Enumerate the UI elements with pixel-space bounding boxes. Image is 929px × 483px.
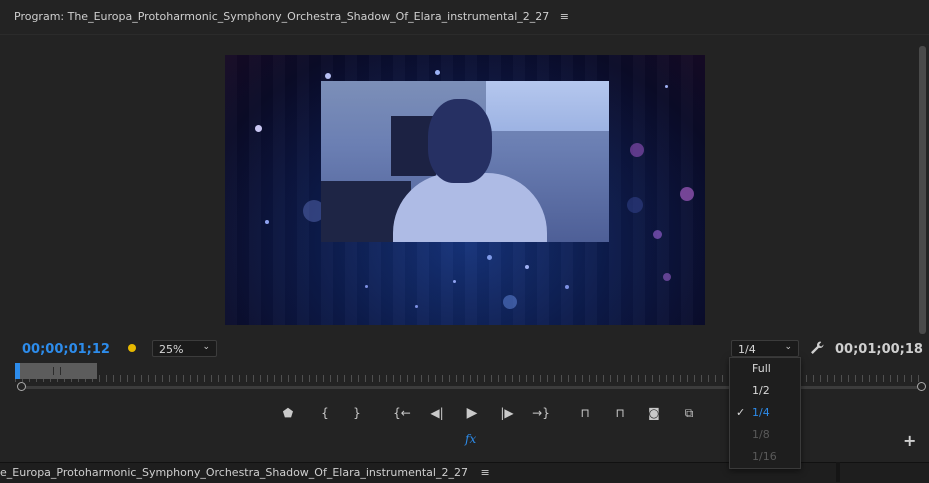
zoom-scroll-right-handle[interactable] [917, 382, 926, 391]
play-icon: ▶ [466, 405, 478, 421]
go-to-in-button[interactable]: {← [392, 403, 412, 423]
bokeh-particle [627, 197, 643, 213]
step-forward-icon: |▶ [500, 406, 514, 420]
person-head [428, 99, 492, 183]
marker-icon: ⬟ [282, 406, 294, 420]
work-area-bar[interactable] [15, 363, 97, 379]
resolution-option-label: 1/2 [752, 384, 770, 397]
resolution-option-half[interactable]: 1/2 [730, 380, 800, 402]
bokeh-particle [453, 280, 456, 283]
playback-resolution-value: 1/4 [738, 343, 756, 356]
panel-divider[interactable] [836, 462, 840, 482]
resolution-option-eighth: 1/8 [730, 424, 800, 446]
checkmark-icon: ✓ [736, 406, 746, 419]
bokeh-particle [663, 273, 671, 281]
extract-icon: ⊓ [615, 406, 625, 420]
panel-menu-icon[interactable]: ≡ [560, 10, 569, 23]
timeline-panel-title[interactable]: e_Europa_Protoharmonic_Symphony_Orchestr… [0, 466, 490, 479]
duration-timecode: 00;01;00;18 [835, 342, 923, 357]
add-marker-button[interactable]: ⬟ [278, 403, 298, 423]
panel-menu-icon[interactable]: ≡ [480, 466, 489, 479]
bokeh-particle [565, 285, 569, 289]
play-button[interactable]: ▶ [462, 403, 482, 423]
zoom-level-dropdown[interactable]: 25% ⌄ [152, 340, 217, 357]
bokeh-particle [487, 255, 492, 260]
person-torso [393, 173, 547, 242]
zoom-scroll-left-handle[interactable] [17, 382, 26, 391]
mark-out-button[interactable]: } [347, 403, 367, 423]
resolution-option-quarter[interactable]: ✓ 1/4 [730, 402, 800, 424]
resolution-option-label: 1/8 [752, 428, 770, 441]
resolution-option-label: 1/16 [752, 450, 777, 463]
mark-out-icon: } [353, 406, 361, 420]
bokeh-particle [653, 230, 662, 239]
bokeh-particle [415, 305, 418, 308]
timeline-title-text: e_Europa_Protoharmonic_Symphony_Orchestr… [0, 466, 468, 479]
lift-icon: ⊓ [580, 406, 590, 420]
background-window [486, 81, 609, 131]
export-frame-button[interactable]: ◙ [644, 403, 664, 423]
resolution-option-sixteenth: 1/16 [730, 446, 800, 468]
vertical-scrollbar[interactable] [919, 46, 926, 334]
zoom-level-value: 25% [159, 343, 184, 356]
video-clip-frame [321, 81, 609, 242]
work-area-grip-icon[interactable] [53, 367, 61, 375]
bokeh-particle [680, 187, 694, 201]
chevron-down-icon: ⌄ [784, 342, 792, 352]
panel-title[interactable]: Program: The_Europa_Protoharmonic_Sympho… [14, 10, 569, 23]
extract-button[interactable]: ⊓ [610, 403, 630, 423]
fx-icon[interactable]: fx [465, 432, 476, 446]
bokeh-particle [265, 220, 269, 224]
bokeh-particle [525, 265, 529, 269]
go-to-out-icon: →} [532, 406, 550, 420]
comparison-icon: ⧉ [684, 405, 694, 420]
bokeh-particle [630, 143, 644, 157]
camera-icon: ◙ [648, 406, 660, 420]
lift-button[interactable]: ⊓ [575, 403, 595, 423]
panel-title-bar: Program: The_Europa_Protoharmonic_Sympho… [0, 0, 929, 35]
resolution-option-label: Full [752, 362, 771, 375]
playhead-marker[interactable] [15, 363, 20, 379]
bokeh-particle [665, 85, 668, 88]
panel-title-text: Program: The_Europa_Protoharmonic_Sympho… [14, 10, 550, 23]
resolution-menu: Full 1/2 ✓ 1/4 1/8 1/16 [729, 357, 801, 469]
go-to-out-button[interactable]: →} [531, 403, 551, 423]
go-to-in-icon: {← [393, 406, 411, 420]
comparison-view-button[interactable]: ⧉ [679, 403, 699, 423]
marker-indicator[interactable] [128, 344, 136, 352]
chevron-down-icon: ⌄ [202, 342, 210, 352]
bokeh-particle [435, 70, 440, 75]
step-back-icon: ◀| [430, 406, 444, 420]
video-preview[interactable] [225, 55, 705, 325]
resolution-option-label: 1/4 [752, 406, 770, 419]
step-back-button[interactable]: ◀| [427, 403, 447, 423]
mark-in-button[interactable]: { [315, 403, 335, 423]
bokeh-particle [365, 285, 368, 288]
add-button-icon[interactable]: + [903, 431, 916, 450]
bokeh-particle [255, 125, 262, 132]
bokeh-particle [503, 295, 517, 309]
bokeh-particle [325, 73, 331, 79]
wrench-icon[interactable] [809, 340, 825, 356]
step-forward-button[interactable]: |▶ [497, 403, 517, 423]
mark-in-icon: { [321, 406, 329, 420]
playhead-timecode[interactable]: 00;00;01;12 [22, 342, 110, 357]
resolution-option-full[interactable]: Full [730, 358, 800, 380]
playback-resolution-dropdown[interactable]: 1/4 ⌄ [731, 340, 799, 357]
